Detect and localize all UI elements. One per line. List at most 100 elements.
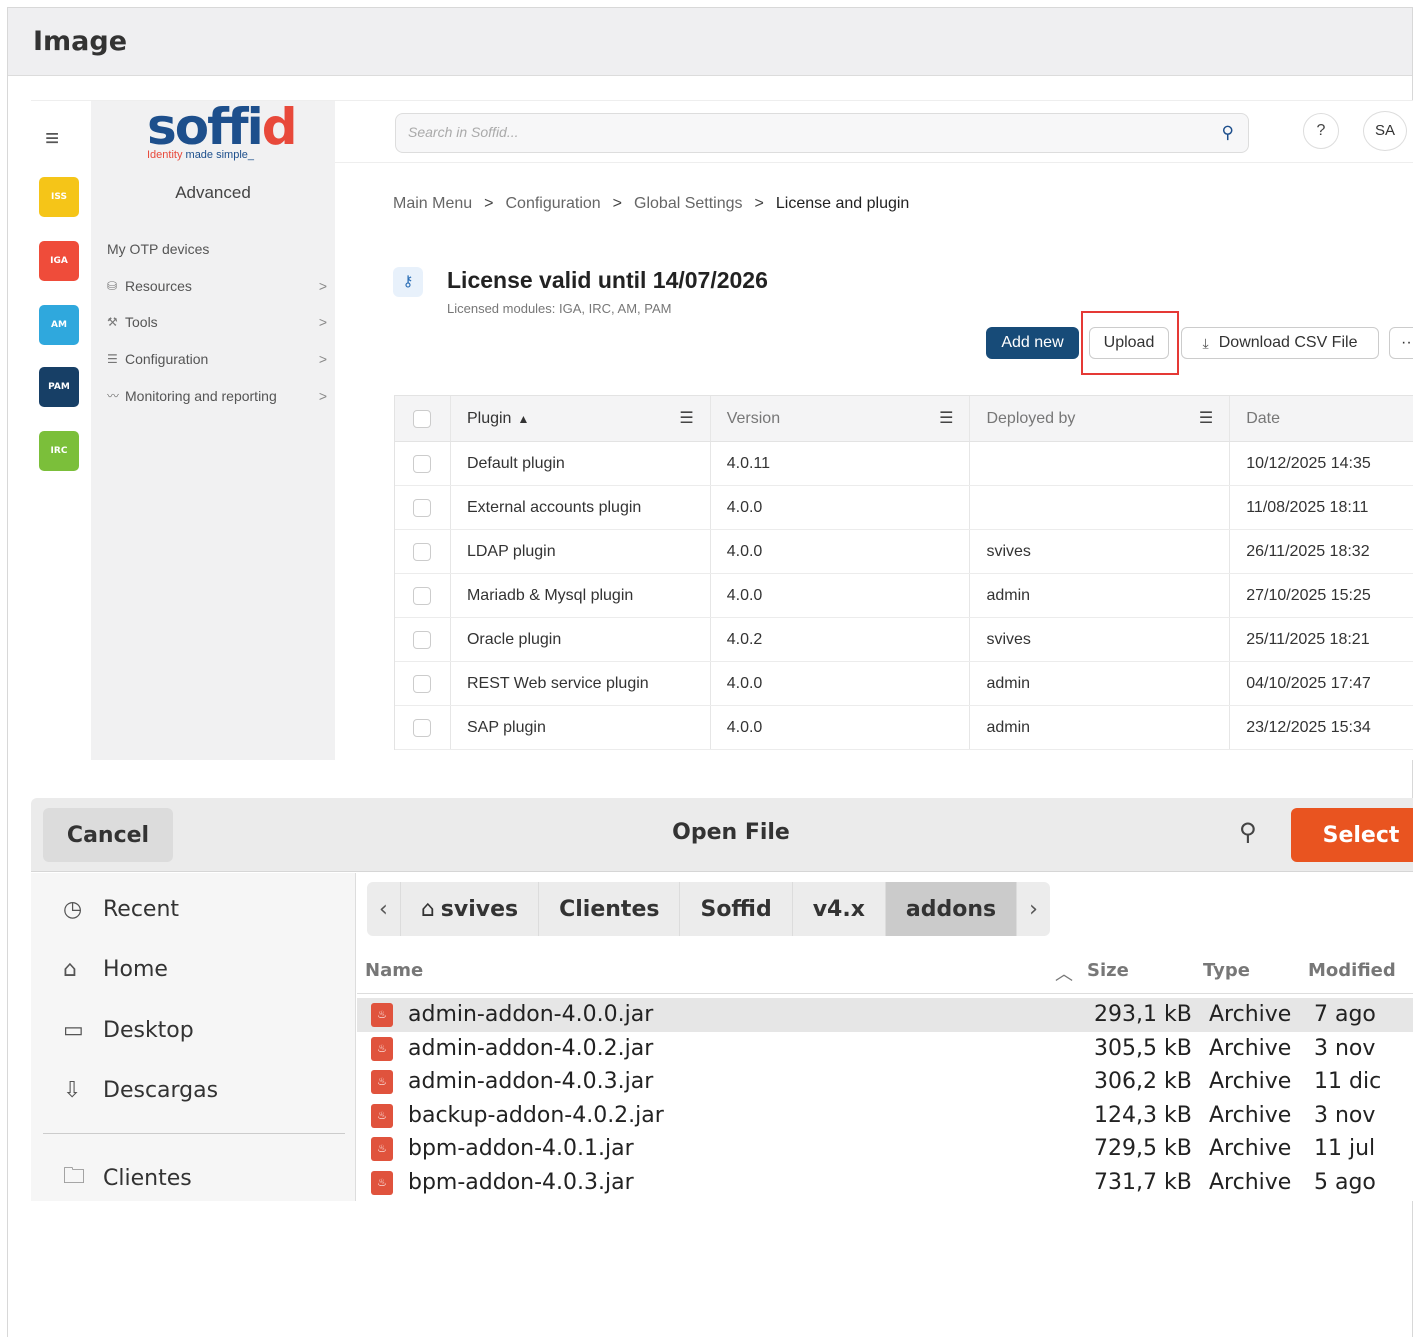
path-segment-soffid[interactable]: Soffid — [680, 882, 793, 936]
table-row[interactable]: REST Web service plugin 4.0.0 admin 04/10/2… — [395, 662, 1413, 706]
download-csv-button[interactable]: ⤓ Download CSV File — [1181, 327, 1379, 359]
column-deployed-by[interactable]: Deployed by ☰ — [970, 396, 1231, 441]
file-row[interactable]: ♨ admin-addon-4.0.3.jar 306,2 kB Archive 11 … — [357, 1065, 1413, 1099]
breadcrumb: Main Menu > Configuration > Global Settings >… — [393, 195, 910, 212]
table-row[interactable]: External accounts plugin 4.0.0 11/08/2025 … — [395, 486, 1413, 530]
chevron-right-icon: > — [318, 351, 327, 367]
file-row[interactable]: ♨ admin-addon-4.0.0.jar 293,1 kB Archive 7 a… — [357, 998, 1413, 1032]
java-archive-icon: ♨ — [371, 1103, 393, 1128]
path-segment-addons[interactable]: addons — [885, 882, 1018, 936]
filter-icon[interactable]: ☰ — [1199, 408, 1213, 428]
add-new-button[interactable]: Add new — [986, 327, 1079, 359]
file-type: Archive — [1209, 1136, 1292, 1161]
column-modified[interactable]: Modified — [1308, 960, 1396, 981]
file-size: 124,3 kB — [1094, 1102, 1192, 1128]
file-row[interactable]: ♨ admin-addon-4.0.2.jar 305,5 kB Archive 3 n… — [357, 1032, 1413, 1066]
panel-title: Image — [33, 26, 128, 57]
column-type[interactable]: Type — [1203, 960, 1250, 981]
app-iga-icon[interactable]: IGA — [39, 241, 79, 281]
search-icon[interactable]: ⚲ — [1239, 818, 1257, 846]
soffid-logo: soffid Identity made simple_ — [147, 100, 298, 161]
row-checkbox[interactable] — [413, 542, 431, 561]
app-am-icon[interactable]: AM — [39, 305, 79, 345]
deployed-by-cell: admin — [970, 662, 1231, 705]
file-type: Archive — [1209, 1169, 1292, 1195]
select-all-checkbox[interactable] — [413, 409, 431, 428]
column-plugin[interactable]: Plugin ▲ ☰ — [451, 396, 711, 441]
dialog-header-bar: Open File Cancel ⚲ Select — [31, 798, 1413, 872]
license-title: License valid until 14/07/2026 — [447, 267, 768, 293]
row-checkbox[interactable] — [413, 630, 431, 649]
table-row[interactable]: Oracle plugin 4.0.2 svives 25/11/2025 18:21 — [395, 618, 1413, 662]
more-actions-button[interactable]: ··· — [1389, 327, 1413, 359]
sidebar-item-otp-devices[interactable]: My OTP devices — [107, 241, 327, 257]
help-button[interactable]: ? — [1303, 113, 1339, 149]
soffid-screenshot: ≡ ISS IGA AM PAM IRC soffid Identity mad… — [31, 100, 1413, 760]
table-row[interactable]: SAP plugin 4.0.0 admin 23/12/2025 15:34 — [395, 706, 1413, 750]
download-icon: ⇩ — [63, 1078, 82, 1103]
file-name: backup-addon-4.0.2.jar — [408, 1102, 664, 1128]
deployed-by-cell: admin — [970, 574, 1231, 617]
search-icon[interactable]: ⚲ — [1222, 123, 1234, 143]
column-name[interactable]: Name — [365, 960, 423, 981]
sidebar-item-configuration[interactable]: ☰ Configuration > — [107, 351, 327, 367]
file-row[interactable]: ♨ backup-addon-4.0.2.jar 124,3 kB Archive 3 … — [357, 1099, 1413, 1133]
row-select-cell — [395, 662, 451, 705]
table-row[interactable]: Default plugin 4.0.11 10/12/2025 14:35 — [395, 442, 1413, 486]
sidebar-item-resources[interactable]: ⛁ Resources > — [107, 278, 327, 294]
row-checkbox[interactable] — [413, 454, 431, 473]
path-segment-v4x[interactable]: v4.x — [793, 882, 886, 936]
place-desktop[interactable]: ▭ Desktop — [63, 1018, 194, 1043]
upload-button[interactable]: Upload — [1089, 327, 1169, 359]
hamburger-menu-icon[interactable]: ≡ — [45, 127, 69, 151]
dialog-title: Open File — [672, 820, 790, 845]
place-label: Recent — [103, 897, 180, 922]
path-segment-svives[interactable]: ⌂ svives — [401, 882, 540, 936]
place-label: Clientes — [103, 1165, 192, 1191]
path-forward-button[interactable]: › — [1017, 882, 1050, 936]
date-cell: 27/10/2025 15:25 — [1246, 586, 1371, 604]
place-clientes[interactable]: 🗀 Clientes — [63, 1159, 192, 1197]
table-row[interactable]: LDAP plugin 4.0.0 svives 26/11/2025 18:32 — [395, 530, 1413, 574]
file-row[interactable]: ♨ bpm-addon-4.0.1.jar 729,5 kB Archive 11 ju… — [357, 1132, 1413, 1166]
user-avatar[interactable]: SA — [1363, 111, 1407, 151]
sidebar-item-tools[interactable]: ⚒ Tools > — [107, 314, 327, 330]
place-home[interactable]: ⌂ Home — [63, 957, 168, 982]
place-downloads[interactable]: ⇩ Descargas — [63, 1078, 218, 1103]
filter-icon[interactable]: ☰ — [679, 408, 693, 428]
place-label: Home — [103, 957, 168, 982]
breadcrumb-configuration[interactable]: Configuration — [506, 195, 601, 212]
column-date[interactable]: Date☰ — [1230, 396, 1413, 441]
java-archive-icon: ♨ — [371, 1070, 393, 1094]
app-iss-icon[interactable]: ISS — [39, 177, 79, 217]
row-checkbox[interactable] — [413, 498, 431, 517]
path-segment-clientes[interactable]: Clientes — [539, 882, 681, 936]
java-archive-icon: ♨ — [371, 1170, 393, 1195]
row-checkbox[interactable] — [413, 586, 431, 605]
version-cell: 4.0.2 — [711, 618, 971, 661]
breadcrumb-main-menu[interactable]: Main Menu — [393, 195, 472, 212]
row-select-cell — [395, 706, 451, 749]
sidebar-item-monitoring[interactable]: 〰 Monitoring and reporting > — [107, 387, 327, 404]
place-recent[interactable]: ◷ Recent — [63, 897, 179, 922]
breadcrumb-global-settings[interactable]: Global Settings — [634, 195, 743, 212]
select-button[interactable]: Select — [1291, 808, 1413, 862]
table-row[interactable]: Mariadb & Mysql plugin 4.0.0 admin 27/10/20… — [395, 574, 1413, 618]
wrench-icon: ⚒ — [107, 315, 118, 329]
row-checkbox[interactable] — [413, 718, 431, 737]
file-modified: 5 ago — [1314, 1169, 1376, 1195]
file-size: 293,1 kB — [1094, 1002, 1192, 1027]
plugin-name-cell: SAP plugin — [451, 706, 711, 749]
filter-icon[interactable]: ☰ — [939, 408, 953, 428]
path-back-button[interactable]: ‹ — [367, 882, 401, 936]
app-irc-icon[interactable]: IRC — [39, 431, 79, 471]
row-checkbox[interactable] — [413, 674, 431, 693]
file-type: Archive — [1209, 1102, 1292, 1128]
file-type: Archive — [1209, 1002, 1292, 1027]
column-version[interactable]: Version ☰ — [711, 396, 971, 441]
cancel-button[interactable]: Cancel — [43, 808, 173, 862]
search-input[interactable]: Search in Soffid... ⚲ — [395, 113, 1249, 153]
file-row[interactable]: ♨ bpm-addon-4.0.3.jar 731,7 kB Archive 5 ago — [357, 1166, 1413, 1200]
column-size[interactable]: Size — [1087, 960, 1129, 981]
app-pam-icon[interactable]: PAM — [39, 367, 79, 407]
